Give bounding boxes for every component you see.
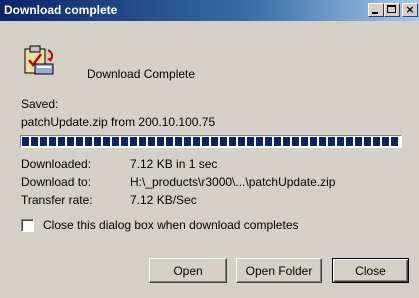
maximize-button[interactable] bbox=[384, 3, 400, 17]
transfer-rate-value: 7.12 KB/Sec bbox=[130, 193, 197, 207]
transfer-rate-label: Transfer rate: bbox=[21, 193, 93, 207]
download-progress-bar bbox=[20, 135, 402, 148]
open-button[interactable]: Open bbox=[149, 258, 227, 283]
download-complete-icon bbox=[24, 45, 54, 75]
saved-filename: patchUpdate.zip from 200.10.100.75 bbox=[21, 115, 216, 129]
download-to-value: H:\_products\r3000\...\patchUpdate.zip bbox=[130, 175, 336, 189]
download-heading: Download Complete bbox=[87, 67, 196, 81]
close-button[interactable]: Close bbox=[332, 258, 409, 283]
close-icon: × bbox=[405, 3, 415, 16]
downloaded-value: 7.12 KB in 1 sec bbox=[130, 157, 218, 171]
window-title: Download complete bbox=[4, 3, 118, 17]
progress-fill bbox=[22, 137, 400, 146]
close-when-done-checkbox[interactable] bbox=[21, 219, 34, 232]
downloaded-label: Downloaded: bbox=[21, 157, 92, 171]
maximize-icon bbox=[387, 5, 396, 13]
title-bar[interactable]: Download complete × bbox=[0, 0, 419, 21]
saved-label: Saved: bbox=[21, 97, 59, 111]
open-folder-button[interactable]: Open Folder bbox=[236, 258, 322, 283]
close-window-button[interactable]: × bbox=[402, 3, 418, 17]
download-to-label: Download to: bbox=[21, 175, 92, 189]
close-when-done-label[interactable]: Close this dialog box when download comp… bbox=[43, 218, 299, 232]
minimize-icon bbox=[372, 12, 378, 14]
minimize-button[interactable] bbox=[368, 3, 384, 17]
download-complete-dialog: Download complete × Download Complete Sa… bbox=[0, 0, 419, 298]
